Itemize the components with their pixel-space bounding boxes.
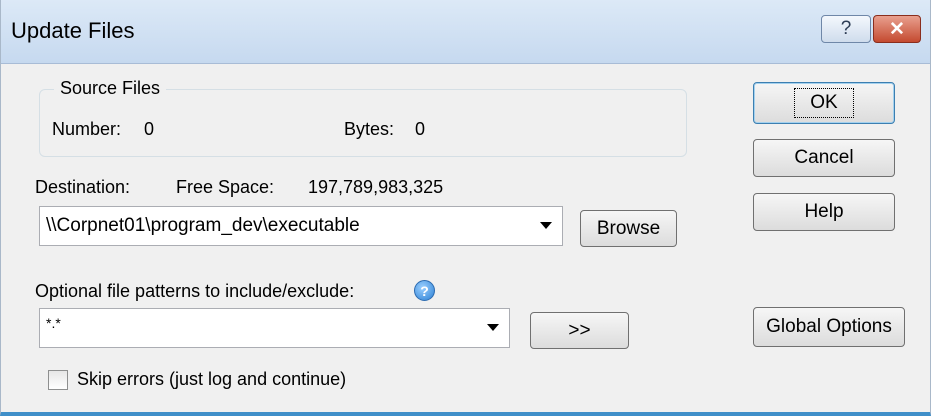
bytes-value: 0 bbox=[415, 119, 426, 139]
ok-button-label: OK bbox=[794, 88, 854, 118]
info-icon[interactable]: ? bbox=[414, 280, 435, 301]
skip-errors-label[interactable]: Skip errors (just log and continue) bbox=[77, 369, 346, 390]
number-label: Number: bbox=[52, 119, 122, 139]
window-title: Update Files bbox=[11, 18, 135, 43]
number-value: 0 bbox=[144, 119, 155, 139]
more-patterns-button[interactable]: >> bbox=[530, 312, 629, 349]
skip-errors-checkbox[interactable] bbox=[48, 370, 68, 390]
update-files-dialog: Update Files ? ✕ Source Files Number: 0 … bbox=[0, 0, 931, 416]
free-space-value: 197,789,983,325 bbox=[308, 177, 444, 197]
global-options-button[interactable]: Global Options bbox=[753, 307, 905, 347]
source-files-legend: Source Files bbox=[54, 78, 167, 99]
destination-label: Destination: bbox=[35, 177, 131, 197]
destination-path-value: \\Corpnet01\program_dev\executable bbox=[46, 215, 360, 236]
patterns-value: *.* bbox=[46, 315, 61, 331]
bytes-label: Bytes: bbox=[344, 119, 395, 139]
chevron-down-icon[interactable] bbox=[487, 324, 499, 331]
ok-button[interactable]: OK bbox=[753, 82, 895, 124]
patterns-label: Optional file patterns to include/exclud… bbox=[35, 281, 355, 301]
patterns-combo[interactable]: *.* bbox=[39, 308, 510, 348]
free-space-label: Free Space: bbox=[176, 177, 275, 197]
browse-button[interactable]: Browse bbox=[580, 210, 677, 247]
destination-combo[interactable]: \\Corpnet01\program_dev\executable bbox=[39, 206, 563, 246]
help-icon[interactable]: ? bbox=[821, 15, 871, 43]
help-button[interactable]: Help bbox=[753, 193, 895, 231]
title-bar[interactable]: Update Files ? ✕ bbox=[1, 0, 930, 64]
cancel-button[interactable]: Cancel bbox=[753, 139, 895, 177]
chevron-down-icon[interactable] bbox=[540, 222, 552, 229]
close-icon[interactable]: ✕ bbox=[873, 15, 921, 43]
